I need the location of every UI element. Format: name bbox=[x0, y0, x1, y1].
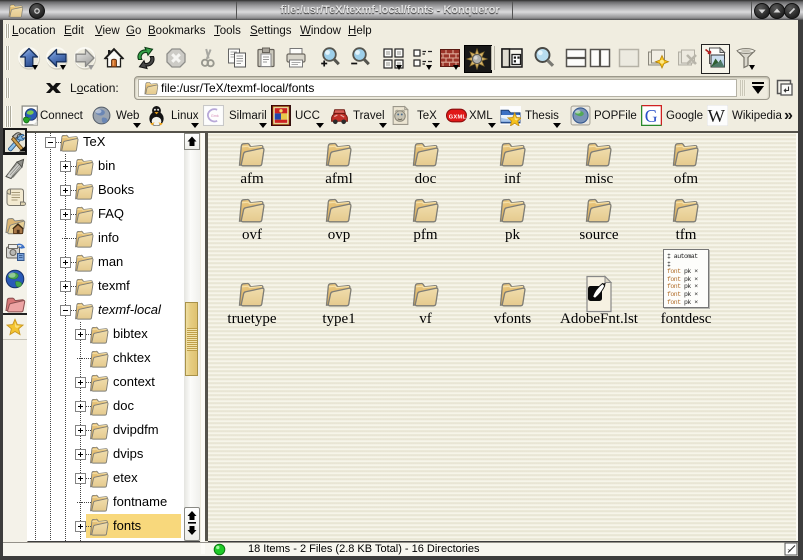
svg-text:G: G bbox=[645, 106, 658, 126]
svg-text:GXMLɔ: GXMLɔ bbox=[449, 114, 467, 120]
svg-text:W: W bbox=[708, 106, 726, 126]
svg-text:Gmk: Gmk bbox=[211, 114, 219, 118]
